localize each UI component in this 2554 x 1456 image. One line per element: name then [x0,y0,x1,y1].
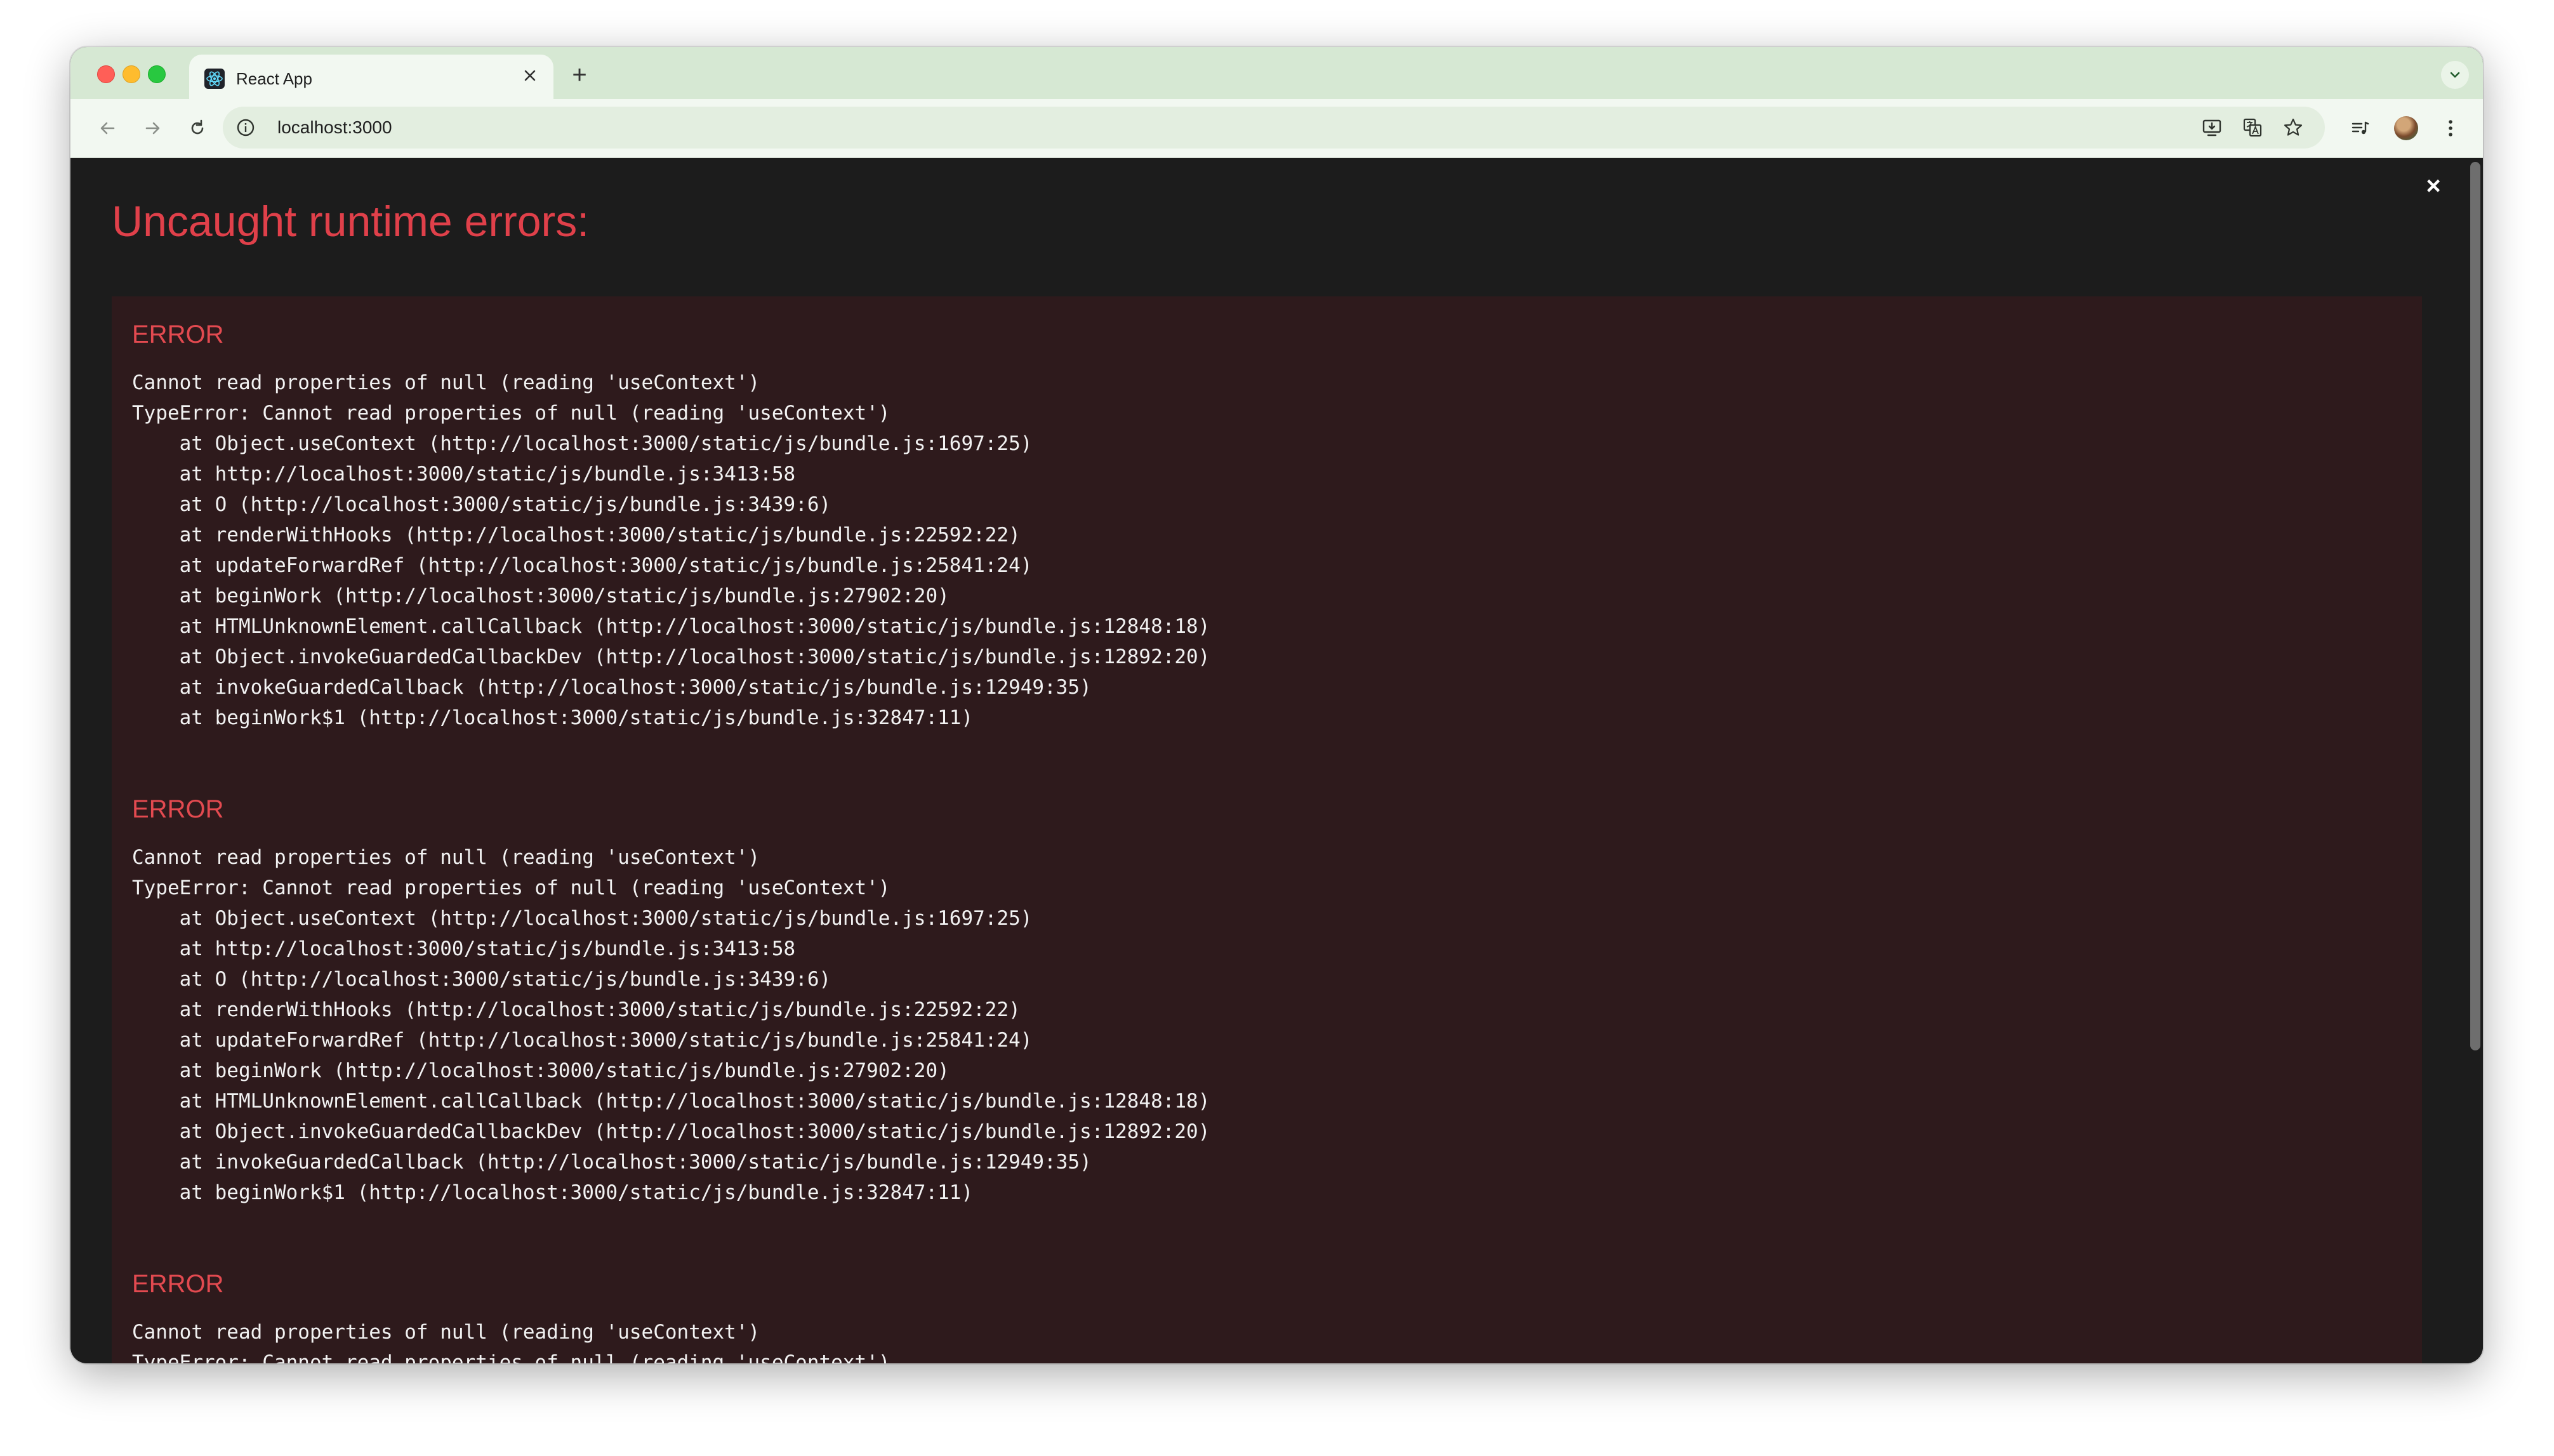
stack-frame: at renderWithHooks (http://localhost:300… [132,524,1021,546]
close-window-button[interactable] [97,65,115,83]
error-spacer [112,733,2422,771]
stack-frame: at beginWork (http://localhost:3000/stat… [132,585,949,607]
stack-frame: at beginWork$1 (http://localhost:3000/st… [132,706,974,729]
stack-frame: at renderWithHooks (http://localhost:300… [132,998,1021,1021]
site-info-button[interactable] [234,116,257,139]
stack-frame: at beginWork$1 (http://localhost:3000/st… [132,1181,974,1204]
close-icon [524,70,536,81]
dismiss-overlay-button[interactable]: × [2421,173,2446,199]
stack-frame: at invokeGuardedCallback (http://localho… [132,1151,1092,1174]
error-message: Cannot read properties of null (reading … [132,846,760,869]
error-details: Cannot read properties of null (reading … [132,842,2402,1208]
browser-menu-button[interactable] [2435,113,2466,143]
reload-button[interactable] [182,113,213,143]
install-app-icon [2202,119,2221,136]
stack-frame: at beginWork (http://localhost:3000/stat… [132,1059,949,1082]
close-tab-button[interactable] [518,65,542,89]
address-bar[interactable]: localhost:3000 [223,107,2325,149]
avatar [2394,116,2418,140]
chevron-down-icon [2450,72,2460,78]
back-button[interactable] [92,113,122,143]
minimize-window-button[interactable] [122,65,140,83]
error-heading: ERROR [132,795,224,823]
new-tab-button[interactable]: + [566,61,593,89]
reload-icon [191,119,204,135]
error-heading: ERROR [132,321,224,348]
stack-frame: at O (http://localhost:3000/static/js/bu… [132,968,831,991]
error-message: Cannot read properties of null (reading … [132,1321,760,1344]
stack-frame: at updateForwardRef (http://localhost:30… [132,1029,1033,1052]
forward-arrow-icon [145,122,160,135]
stack-frame: at Object.invokeGuardedCallbackDev (http… [132,645,1210,668]
translate-button[interactable] [2240,115,2265,140]
translate-icon [2243,118,2262,137]
stack-frame: at Object.useContext (http://localhost:3… [132,432,1033,455]
overlay-title: Uncaught runtime errors: [112,197,590,246]
info-icon [237,119,255,136]
tab-react-app[interactable]: React App [189,55,553,99]
maximize-window-button[interactable] [148,65,166,83]
stack-frame: at http://localhost:3000/static/js/bundl… [132,937,796,960]
error-entry: ERROR Cannot read properties of null (re… [112,1265,2422,1363]
overlay-scrollbar[interactable] [2470,162,2480,1050]
error-details: Cannot read properties of null (reading … [132,367,2402,733]
stack-frame: at O (http://localhost:3000/static/js/bu… [132,493,831,516]
error-entry: ERROR Cannot read properties of null (re… [112,790,2422,1208]
error-list: ERROR Cannot read properties of null (re… [112,296,2422,1363]
star-icon [2284,118,2303,136]
url-text[interactable]: localhost:3000 [277,116,392,140]
reading-list-button[interactable] [2345,113,2376,143]
react-logo-icon [204,69,225,89]
forward-button[interactable] [138,113,168,143]
error-heading: ERROR [132,1270,224,1298]
stack-frame: at Object.useContext (http://localhost:3… [132,907,1033,930]
browser-toolbar: localhost:3000 [70,99,2483,158]
tab-strip: React App + [70,47,2483,99]
error-type-line: TypeError: Cannot read properties of nul… [132,402,890,425]
error-type-line: TypeError: Cannot read properties of nul… [132,877,890,899]
error-details: Cannot read properties of null (reading … [132,1317,2402,1363]
stack-frame: at HTMLUnknownElement.callCallback (http… [132,615,1210,638]
error-spacer [112,1208,2422,1246]
stack-frame: at http://localhost:3000/static/js/bundl… [132,463,796,486]
tab-title: React App [236,69,312,88]
error-message: Cannot read properties of null (reading … [132,371,760,394]
kebab-menu-icon [2449,120,2452,136]
error-entry: ERROR Cannot read properties of null (re… [112,315,2422,733]
install-app-button[interactable] [2199,115,2225,140]
bookmark-button[interactable] [2280,115,2306,140]
error-overlay: × Uncaught runtime errors: ERROR Cannot … [70,158,2483,1363]
tab-search-button[interactable] [2441,61,2469,89]
stack-frame: at HTMLUnknownElement.callCallback (http… [132,1090,1210,1113]
stack-frame: at invokeGuardedCallback (http://localho… [132,676,1092,699]
stack-frame: at updateForwardRef (http://localhost:30… [132,554,1033,577]
profile-button[interactable] [2391,113,2421,143]
browser-window: React App + localhost:3000 × Uncaught ru… [70,47,2483,1363]
error-type-line: TypeError: Cannot read properties of nul… [132,1351,890,1363]
reading-list-icon [2352,121,2369,135]
back-arrow-icon [100,122,115,135]
stack-frame: at Object.invokeGuardedCallbackDev (http… [132,1120,1210,1143]
